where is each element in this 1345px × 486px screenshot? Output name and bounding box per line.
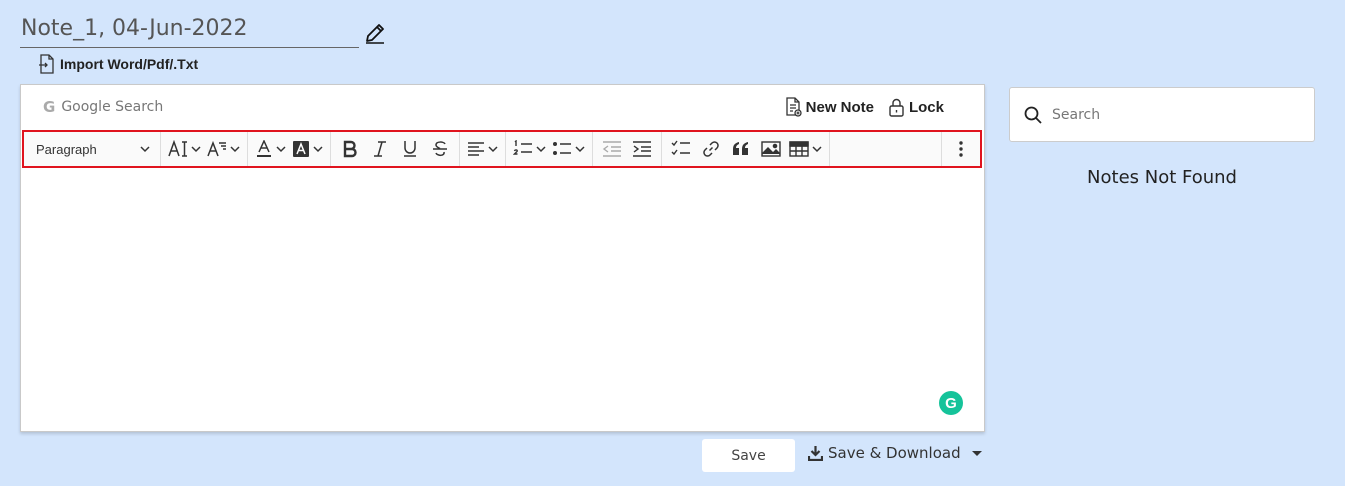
background-color-icon: [293, 141, 309, 157]
import-file-icon: [39, 54, 54, 74]
insert-image-button[interactable]: [756, 134, 786, 164]
grammarly-icon[interactable]: G: [939, 391, 963, 415]
bold-icon: [343, 140, 357, 158]
note-title-row: Note_1, 04-Jun-2022: [20, 14, 389, 48]
search-icon: [1024, 106, 1042, 124]
more-options-button[interactable]: [946, 134, 976, 164]
toolbar-group-more: [941, 132, 980, 166]
underline-button[interactable]: [395, 134, 425, 164]
new-note-button[interactable]: New Note: [785, 97, 874, 117]
numbered-list-icon: [513, 140, 532, 155]
todo-list-button[interactable]: [666, 134, 696, 164]
italic-button[interactable]: [365, 134, 395, 164]
link-icon: [703, 141, 719, 157]
formatting-toolbar: Paragraph: [22, 130, 982, 168]
search-input[interactable]: [1052, 106, 1292, 123]
font-color-icon: [257, 140, 271, 157]
toolbar-group-paragraph: Paragraph: [24, 132, 161, 166]
new-note-icon: [785, 97, 802, 117]
notes-empty-message: Notes Not Found: [1087, 167, 1237, 188]
editor-actions: New Note Lock: [785, 97, 944, 117]
bulleted-list-button[interactable]: [549, 134, 588, 164]
indent-button[interactable]: [627, 134, 657, 164]
import-file-button[interactable]: Import Word/Pdf/.Txt: [38, 54, 198, 74]
outdent-icon: [602, 141, 621, 157]
chevron-down-icon: [575, 146, 585, 153]
indent-icon: [633, 141, 651, 157]
toolbar-group-font: [161, 132, 248, 166]
import-file-label: Import Word/Pdf/.Txt: [60, 56, 199, 72]
font-family-button[interactable]: [204, 134, 243, 164]
notes-search-box: [1009, 87, 1315, 142]
chevron-down-icon: [191, 146, 201, 153]
insert-table-button[interactable]: [786, 134, 825, 164]
toolbar-group-align: [460, 132, 506, 166]
chevron-down-icon: [313, 146, 323, 153]
editor-card: G Google Search New Note Lock Paragraph: [20, 84, 985, 432]
caret-down-icon[interactable]: [971, 450, 982, 456]
quote-icon: [733, 142, 748, 155]
background-color-button[interactable]: [289, 134, 326, 164]
save-download-label: Save & Download: [828, 444, 961, 462]
chevron-down-icon: [276, 146, 286, 153]
lock-button[interactable]: Lock: [888, 97, 944, 117]
font-family-icon: [207, 140, 226, 157]
chevron-down-icon: [488, 146, 498, 153]
table-icon: [789, 141, 809, 157]
toolbar-group-lists: [506, 132, 593, 166]
toolbar-group-insert: [662, 132, 830, 166]
font-color-button[interactable]: [252, 134, 289, 164]
todo-list-icon: [671, 140, 690, 156]
download-icon: [808, 446, 823, 461]
paragraph-style-dropdown[interactable]: Paragraph: [28, 134, 156, 164]
font-size-icon: [168, 140, 187, 157]
font-size-button[interactable]: [165, 134, 204, 164]
chevron-down-icon: [536, 146, 546, 153]
more-icon: [959, 141, 963, 157]
edit-title-pencil-icon[interactable]: [361, 18, 389, 48]
italic-icon: [374, 141, 386, 157]
paragraph-style-value: Paragraph: [36, 141, 97, 157]
strikethrough-icon: [433, 141, 447, 157]
bulleted-list-icon: [553, 142, 571, 155]
toolbar-group-style: [331, 132, 460, 166]
blockquote-button[interactable]: [726, 134, 756, 164]
align-button[interactable]: [464, 134, 501, 164]
editor-header: G Google Search New Note Lock: [21, 85, 984, 129]
toolbar-group-indent: [593, 132, 662, 166]
image-icon: [761, 141, 781, 157]
save-download-button[interactable]: Save & Download: [808, 444, 982, 462]
chevron-down-icon: [230, 146, 240, 153]
toolbar-group-color: [248, 132, 331, 166]
google-search-label: Google Search: [61, 99, 164, 115]
align-icon: [468, 142, 484, 156]
new-note-label: New Note: [805, 98, 874, 116]
link-button[interactable]: [696, 134, 726, 164]
google-search-button[interactable]: G Google Search: [43, 98, 163, 116]
chevron-down-icon: [140, 146, 150, 153]
chevron-down-icon: [812, 146, 822, 153]
underline-icon: [404, 141, 416, 157]
save-button[interactable]: Save: [702, 439, 795, 472]
bold-button[interactable]: [335, 134, 365, 164]
outdent-button[interactable]: [597, 134, 627, 164]
strikethrough-button[interactable]: [425, 134, 455, 164]
google-icon: G: [43, 98, 56, 116]
numbered-list-button[interactable]: [510, 134, 549, 164]
lock-label: Lock: [908, 98, 944, 116]
note-title-field[interactable]: Note_1, 04-Jun-2022: [20, 14, 359, 48]
lock-icon: [889, 98, 904, 117]
